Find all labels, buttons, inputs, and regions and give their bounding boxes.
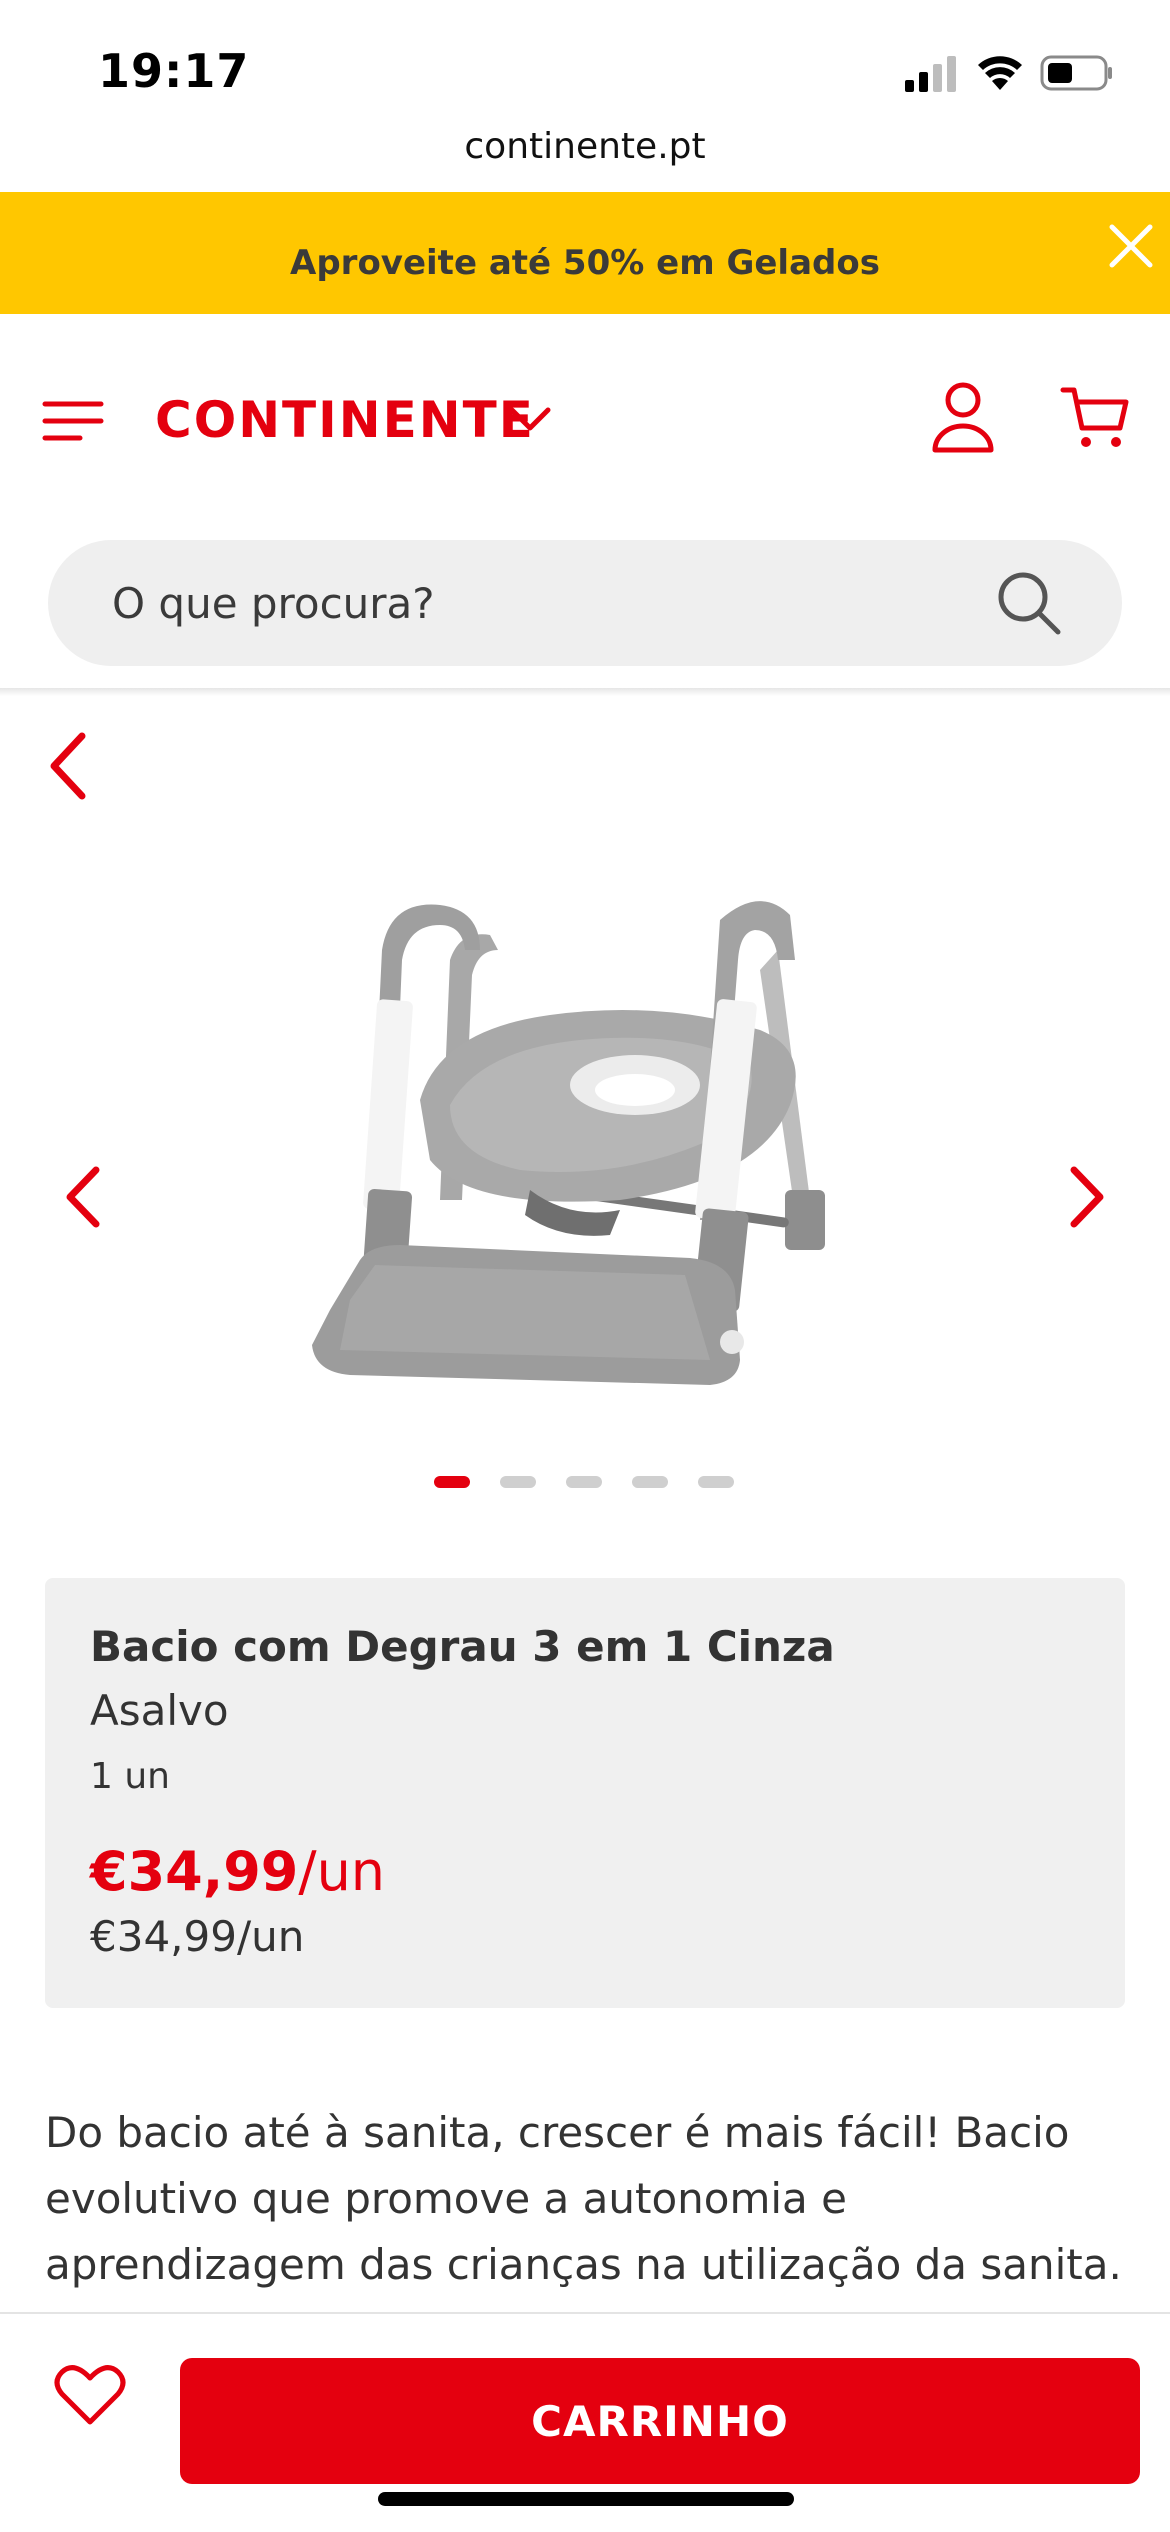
product-price: €34,99/un — [90, 1840, 385, 1903]
continente-logo[interactable]: CONTINENTE — [155, 384, 535, 456]
price-value: €34,99 — [90, 1840, 299, 1903]
chevron-right-icon[interactable] — [1064, 1164, 1110, 1230]
back-icon[interactable] — [44, 730, 94, 802]
product-description: Do bacio até à sanita, crescer é mais fá… — [45, 2108, 1122, 2289]
price-unit: /un — [298, 1840, 386, 1903]
header-divider — [0, 688, 1170, 696]
chevron-left-icon[interactable] — [60, 1164, 106, 1230]
gallery-pagination — [434, 1476, 736, 1490]
product-quantity: 1 un — [90, 1756, 170, 1797]
heart-icon[interactable] — [54, 2362, 126, 2428]
promo-banner[interactable]: Aproveite até 50% em Gelados — [0, 192, 1170, 314]
pagination-dot[interactable] — [500, 1476, 536, 1488]
add-to-cart-button[interactable]: CARRINHO — [180, 2358, 1140, 2484]
status-time: 19:17 — [98, 44, 250, 98]
search-box[interactable] — [48, 540, 1122, 666]
close-icon[interactable] — [1106, 221, 1156, 271]
home-indicator[interactable] — [378, 2492, 794, 2506]
search-input[interactable] — [112, 540, 972, 666]
cart-icon[interactable] — [1060, 382, 1130, 452]
product-name: Bacio com Degrau 3 em 1 Cinza — [90, 1622, 835, 1671]
wifi-icon — [978, 56, 1022, 90]
status-bar: 19:17 — [0, 0, 1170, 130]
pagination-dot[interactable] — [632, 1476, 668, 1488]
signal-icon — [905, 56, 956, 92]
browser-url[interactable]: continente.pt — [0, 126, 1170, 167]
search-icon[interactable] — [994, 568, 1064, 638]
product-brand[interactable]: Asalvo — [90, 1686, 229, 1735]
promo-text[interactable]: Aproveite até 50% em Gelados — [0, 243, 1170, 283]
user-icon[interactable] — [930, 380, 996, 454]
chevron-down-icon[interactable] — [506, 400, 554, 438]
pagination-dot[interactable] — [698, 1476, 734, 1488]
battery-icon — [1040, 55, 1112, 91]
pagination-dot-active[interactable] — [434, 1476, 470, 1488]
menu-icon[interactable] — [42, 400, 104, 442]
pagination-dot[interactable] — [566, 1476, 602, 1488]
unit-price: €34,99/un — [90, 1912, 305, 1961]
product-image[interactable] — [290, 890, 880, 1430]
